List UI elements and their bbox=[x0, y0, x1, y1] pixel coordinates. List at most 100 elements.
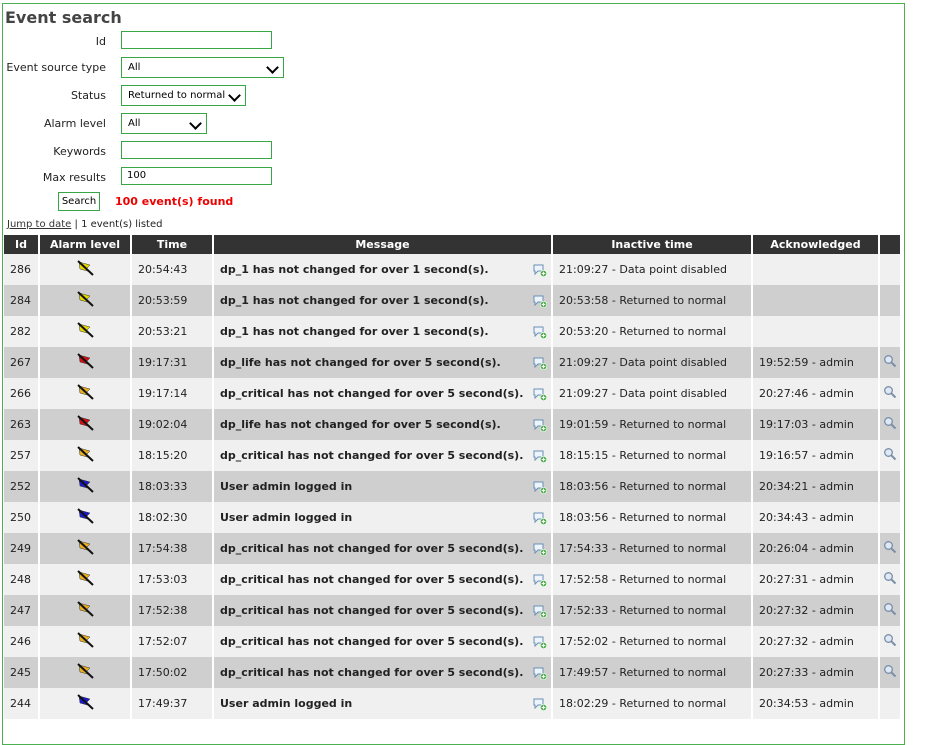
inactive-time: 20:53:20 - Returned to normal bbox=[552, 316, 753, 347]
magnifier-icon[interactable] bbox=[883, 447, 897, 461]
event-source-type-select[interactable]: All bbox=[121, 57, 284, 78]
table-row: 249 17:54:38 dp_critical has not changed f… bbox=[4, 533, 900, 564]
event-message: dp_critical has not changed for over 5 s… bbox=[220, 635, 524, 648]
table-row: 263 19:02:04 dp_life has not changed for o… bbox=[4, 409, 900, 440]
alarm-level-select[interactable]: All bbox=[121, 113, 207, 134]
col-time[interactable]: Time bbox=[131, 235, 214, 254]
jump-to-date-link[interactable]: Jump to date bbox=[7, 219, 71, 230]
acknowledged bbox=[752, 254, 880, 285]
flag-orange-icon bbox=[77, 632, 94, 648]
alarm-level-cell bbox=[39, 378, 132, 409]
acknowledged: 20:27:46 - admin bbox=[752, 378, 880, 409]
add-comment-icon[interactable] bbox=[533, 511, 547, 525]
magnifier-icon[interactable] bbox=[883, 540, 897, 554]
alarm-level-cell bbox=[39, 533, 132, 564]
event-time: 18:02:30 bbox=[131, 502, 214, 533]
add-comment-icon[interactable] bbox=[533, 697, 547, 711]
alarm-level-cell bbox=[39, 440, 132, 471]
add-comment-icon[interactable] bbox=[533, 387, 547, 401]
col-message[interactable]: Message bbox=[213, 235, 553, 254]
inactive-time: 18:02:29 - Returned to normal bbox=[552, 688, 753, 719]
keywords-input[interactable] bbox=[121, 141, 272, 159]
add-comment-icon[interactable] bbox=[533, 294, 547, 308]
event-time: 17:52:07 bbox=[131, 626, 214, 657]
event-id: 266 bbox=[4, 378, 40, 409]
event-id: 250 bbox=[4, 502, 40, 533]
status-select[interactable]: Returned to normal bbox=[121, 85, 246, 106]
alarm-level-value: All bbox=[128, 118, 141, 129]
col-alarm-level[interactable]: Alarm level bbox=[39, 235, 132, 254]
alarm-level-cell bbox=[39, 471, 132, 502]
magnifier-icon[interactable] bbox=[883, 354, 897, 368]
magnifier-icon[interactable] bbox=[883, 416, 897, 430]
acknowledged: 20:27:33 - admin bbox=[752, 657, 880, 688]
page-title: Event search bbox=[5, 8, 122, 27]
add-comment-icon[interactable] bbox=[533, 542, 547, 556]
event-message: User admin logged in bbox=[220, 480, 353, 493]
add-comment-icon[interactable] bbox=[533, 263, 547, 277]
search-button[interactable]: Search bbox=[58, 192, 100, 211]
alarm-level-cell bbox=[39, 285, 132, 316]
event-message-cell: dp_life has not changed for over 5 secon… bbox=[213, 347, 553, 378]
event-id: 246 bbox=[4, 626, 40, 657]
acknowledged bbox=[752, 285, 880, 316]
id-input[interactable] bbox=[121, 31, 272, 49]
max-results-input[interactable]: 100 bbox=[121, 167, 272, 185]
add-comment-icon[interactable] bbox=[533, 666, 547, 680]
alarm-level-cell bbox=[39, 564, 132, 595]
list-summary: Jump to date | 1 event(s) listed bbox=[7, 219, 162, 230]
table-row: 257 18:15:20 dp_critical has not changed f… bbox=[4, 440, 900, 471]
actions-cell bbox=[879, 595, 900, 626]
table-row: 246 17:52:07 dp_critical has not changed f… bbox=[4, 626, 900, 657]
acknowledged: 19:16:57 - admin bbox=[752, 440, 880, 471]
event-source-type-value: All bbox=[128, 62, 141, 73]
actions-cell bbox=[879, 254, 900, 285]
event-message: dp_critical has not changed for over 5 s… bbox=[220, 573, 524, 586]
col-actions bbox=[879, 235, 900, 254]
add-comment-icon[interactable] bbox=[533, 418, 547, 432]
event-time: 17:53:03 bbox=[131, 564, 214, 595]
table-row: 267 19:17:31 dp_life has not changed for o… bbox=[4, 347, 900, 378]
alarm-level-cell bbox=[39, 595, 132, 626]
alarm-level-cell bbox=[39, 657, 132, 688]
table-header-row: Id Alarm level Time Message Inactive tim… bbox=[4, 235, 900, 254]
alarm-level-label: Alarm level bbox=[43, 117, 106, 130]
magnifier-icon[interactable] bbox=[883, 571, 897, 585]
event-time: 17:54:38 bbox=[131, 533, 214, 564]
alarm-level-cell bbox=[39, 502, 132, 533]
flag-orange-icon bbox=[77, 446, 94, 462]
acknowledged: 20:26:04 - admin bbox=[752, 533, 880, 564]
col-inactive-time[interactable]: Inactive time bbox=[552, 235, 753, 254]
actions-cell bbox=[879, 626, 900, 657]
add-comment-icon[interactable] bbox=[533, 449, 547, 463]
col-id[interactable]: Id bbox=[4, 235, 40, 254]
magnifier-icon[interactable] bbox=[883, 664, 897, 678]
magnifier-icon[interactable] bbox=[883, 602, 897, 616]
col-acknowledged[interactable]: Acknowledged bbox=[752, 235, 880, 254]
event-message: dp_1 has not changed for over 1 second(s… bbox=[220, 325, 489, 338]
event-message: dp_critical has not changed for over 5 s… bbox=[220, 666, 524, 679]
add-comment-icon[interactable] bbox=[533, 480, 547, 494]
actions-cell bbox=[879, 688, 900, 719]
magnifier-icon[interactable] bbox=[883, 385, 897, 399]
add-comment-icon[interactable] bbox=[533, 604, 547, 618]
event-message-cell: dp_critical has not changed for over 5 s… bbox=[213, 657, 553, 688]
chevron-down-icon bbox=[266, 61, 279, 74]
add-comment-icon[interactable] bbox=[533, 356, 547, 370]
add-comment-icon[interactable] bbox=[533, 573, 547, 587]
event-message: dp_critical has not changed for over 5 s… bbox=[220, 449, 524, 462]
event-message: dp_1 has not changed for over 1 second(s… bbox=[220, 294, 489, 307]
inactive-time: 17:52:33 - Returned to normal bbox=[552, 595, 753, 626]
alarm-level-cell bbox=[39, 626, 132, 657]
add-comment-icon[interactable] bbox=[533, 325, 547, 339]
event-time: 20:54:43 bbox=[131, 254, 214, 285]
acknowledged: 19:17:03 - admin bbox=[752, 409, 880, 440]
acknowledged: 20:34:43 - admin bbox=[752, 502, 880, 533]
event-time: 20:53:21 bbox=[131, 316, 214, 347]
magnifier-icon[interactable] bbox=[883, 633, 897, 647]
event-id: 257 bbox=[4, 440, 40, 471]
event-source-type-label: Event source type bbox=[6, 61, 106, 74]
inactive-time: 18:15:15 - Returned to normal bbox=[552, 440, 753, 471]
add-comment-icon[interactable] bbox=[533, 635, 547, 649]
event-time: 19:17:31 bbox=[131, 347, 214, 378]
